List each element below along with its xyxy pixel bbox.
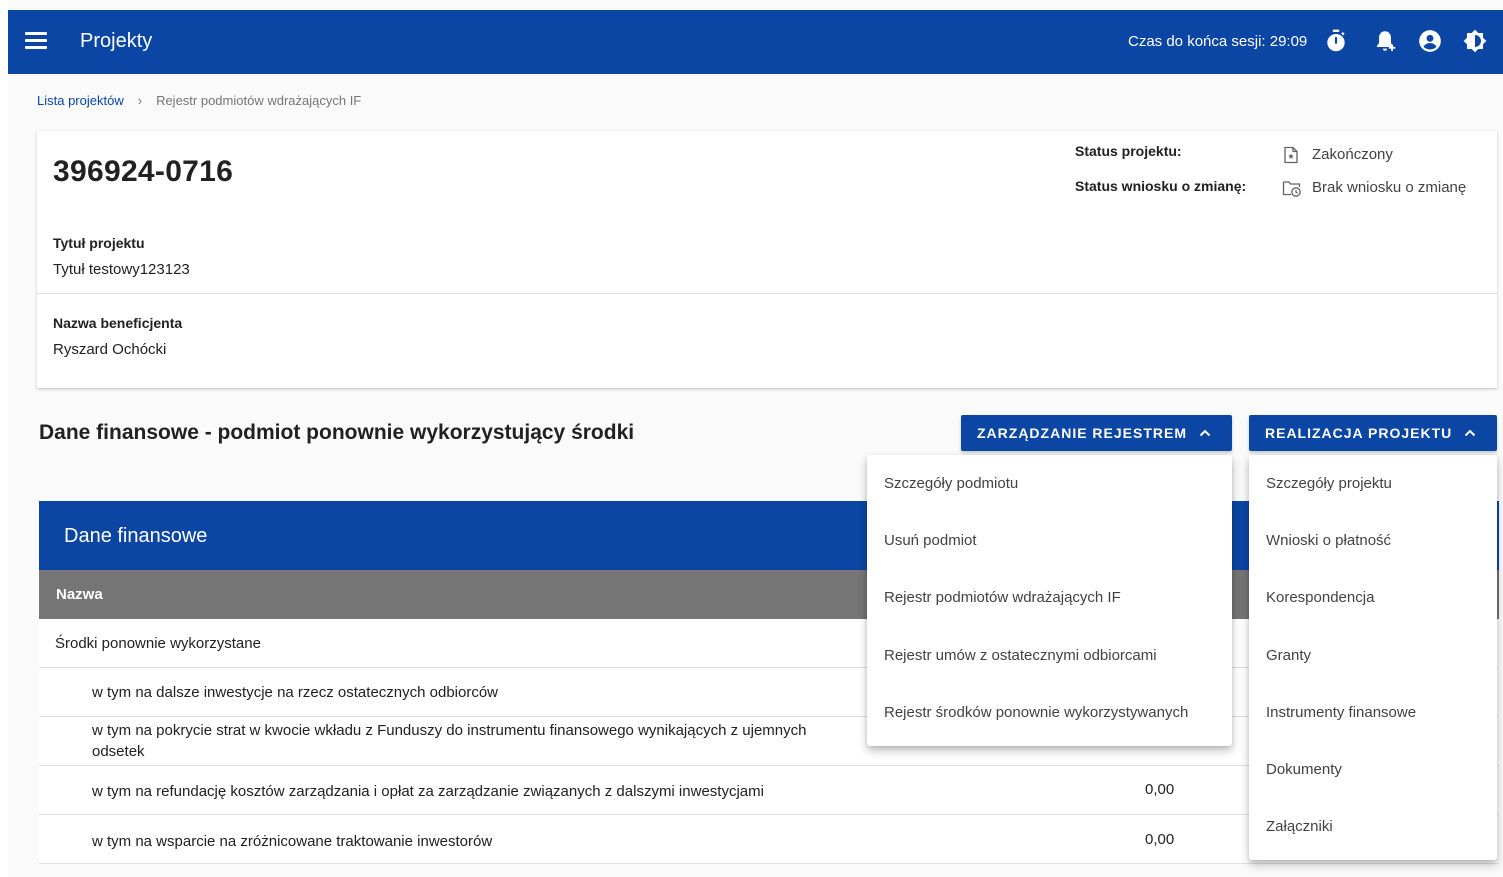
menu-item-payment-requests[interactable]: Wnioski o płatność (1249, 512, 1497, 569)
stopwatch-icon[interactable] (1323, 28, 1349, 54)
beneficiary-name-label: Nazwa beneficjenta (53, 315, 183, 331)
card-divider (37, 293, 1497, 294)
change-request-status-value: Brak wniosku o zmianę (1312, 179, 1467, 196)
row-label: Środki ponownie wykorzystane (55, 635, 261, 652)
beneficiary-name-value: Ryszard Ochócki (53, 341, 167, 358)
change-request-status-label: Status wniosku o zmianę: (1075, 178, 1247, 194)
section-title: Dane finansowe - podmiot ponownie wykorz… (39, 421, 635, 444)
menu-item-attachments[interactable]: Załączniki (1249, 798, 1497, 855)
menu-item-grants[interactable]: Granty (1249, 627, 1497, 684)
breadcrumb-current: Rejestr podmiotów wdrażających IF (156, 93, 362, 108)
folder-clock-icon (1282, 181, 1301, 197)
breadcrumb-link-project-list[interactable]: Lista projektów (37, 93, 124, 108)
menu-item-final-recipients-contracts-register[interactable]: Rejestr umów z ostatecznymi odbiorcami (867, 627, 1232, 684)
project-info-card: 396924-0716 Status projektu: Zakończony … (37, 131, 1497, 388)
session-timer-label: Czas do końca sesji: 29:09 (1128, 33, 1308, 50)
register-management-button[interactable]: ZARZĄDZANIE REJESTREM (961, 415, 1232, 451)
top-app-bar: Projekty Czas do końca sesji: 29:09 (8, 10, 1503, 74)
hamburger-menu-icon[interactable] (25, 32, 47, 52)
project-realization-button-label: REALIZACJA PROJEKTU (1265, 425, 1453, 441)
project-number: 396924-0716 (53, 155, 234, 188)
row-label: w tym na pokrycie strat w kwocie wkładu … (92, 722, 807, 760)
brightness-contrast-icon[interactable] (1462, 28, 1488, 54)
financial-data-table-title: Dane finansowe (64, 525, 208, 547)
register-management-button-label: ZARZĄDZANIE REJESTREM (977, 425, 1188, 441)
menu-item-implementing-entities-register[interactable]: Rejestr podmiotów wdrażających IF (867, 569, 1232, 626)
project-realization-menu: Szczegóły projektu Wnioski o płatność Ko… (1249, 455, 1497, 860)
menu-item-documents[interactable]: Dokumenty (1249, 741, 1497, 798)
column-header-name: Nazwa (56, 586, 103, 603)
breadcrumb-separator: › (137, 93, 143, 108)
register-management-menu: Szczegóły podmiotu Usuń podmiot Rejestr … (867, 455, 1232, 746)
notification-bell-icon[interactable] (1372, 28, 1398, 54)
chevron-up-icon (1199, 429, 1211, 437)
row-value: 0,00 (1145, 781, 1175, 798)
document-star-icon (1284, 146, 1298, 164)
app-title: Projekty (80, 30, 153, 52)
project-title-value: Tytuł testowy123123 (53, 261, 190, 278)
project-status-label: Status projektu: (1075, 143, 1182, 159)
menu-item-reused-funds-register[interactable]: Rejestr środków ponownie wykorzystywanyc… (867, 684, 1232, 741)
chevron-up-icon (1465, 429, 1476, 437)
row-label: w tym na dalsze inwestycje na rzecz osta… (92, 684, 499, 701)
row-value: 0,00 (1145, 831, 1175, 848)
project-title-label: Tytuł projektu (53, 235, 145, 251)
account-circle-icon[interactable] (1417, 28, 1443, 54)
breadcrumb: Lista projektów › Rejestr podmiotów wdra… (37, 93, 361, 108)
row-label: w tym na wsparcie na zróżnicowane trakto… (92, 833, 493, 850)
menu-item-correspondence[interactable]: Korespondencja (1249, 569, 1497, 626)
menu-item-financial-instruments[interactable]: Instrumenty finansowe (1249, 684, 1497, 741)
menu-item-delete-entity[interactable]: Usuń podmiot (867, 512, 1232, 569)
menu-item-project-details[interactable]: Szczegóły projektu (1249, 455, 1497, 512)
row-label: w tym na refundację kosztów zarządzania … (92, 783, 764, 800)
project-status-value: Zakończony (1312, 146, 1393, 163)
menu-item-entity-details[interactable]: Szczegóły podmiotu (867, 455, 1232, 512)
project-realization-button[interactable]: REALIZACJA PROJEKTU (1249, 415, 1497, 451)
